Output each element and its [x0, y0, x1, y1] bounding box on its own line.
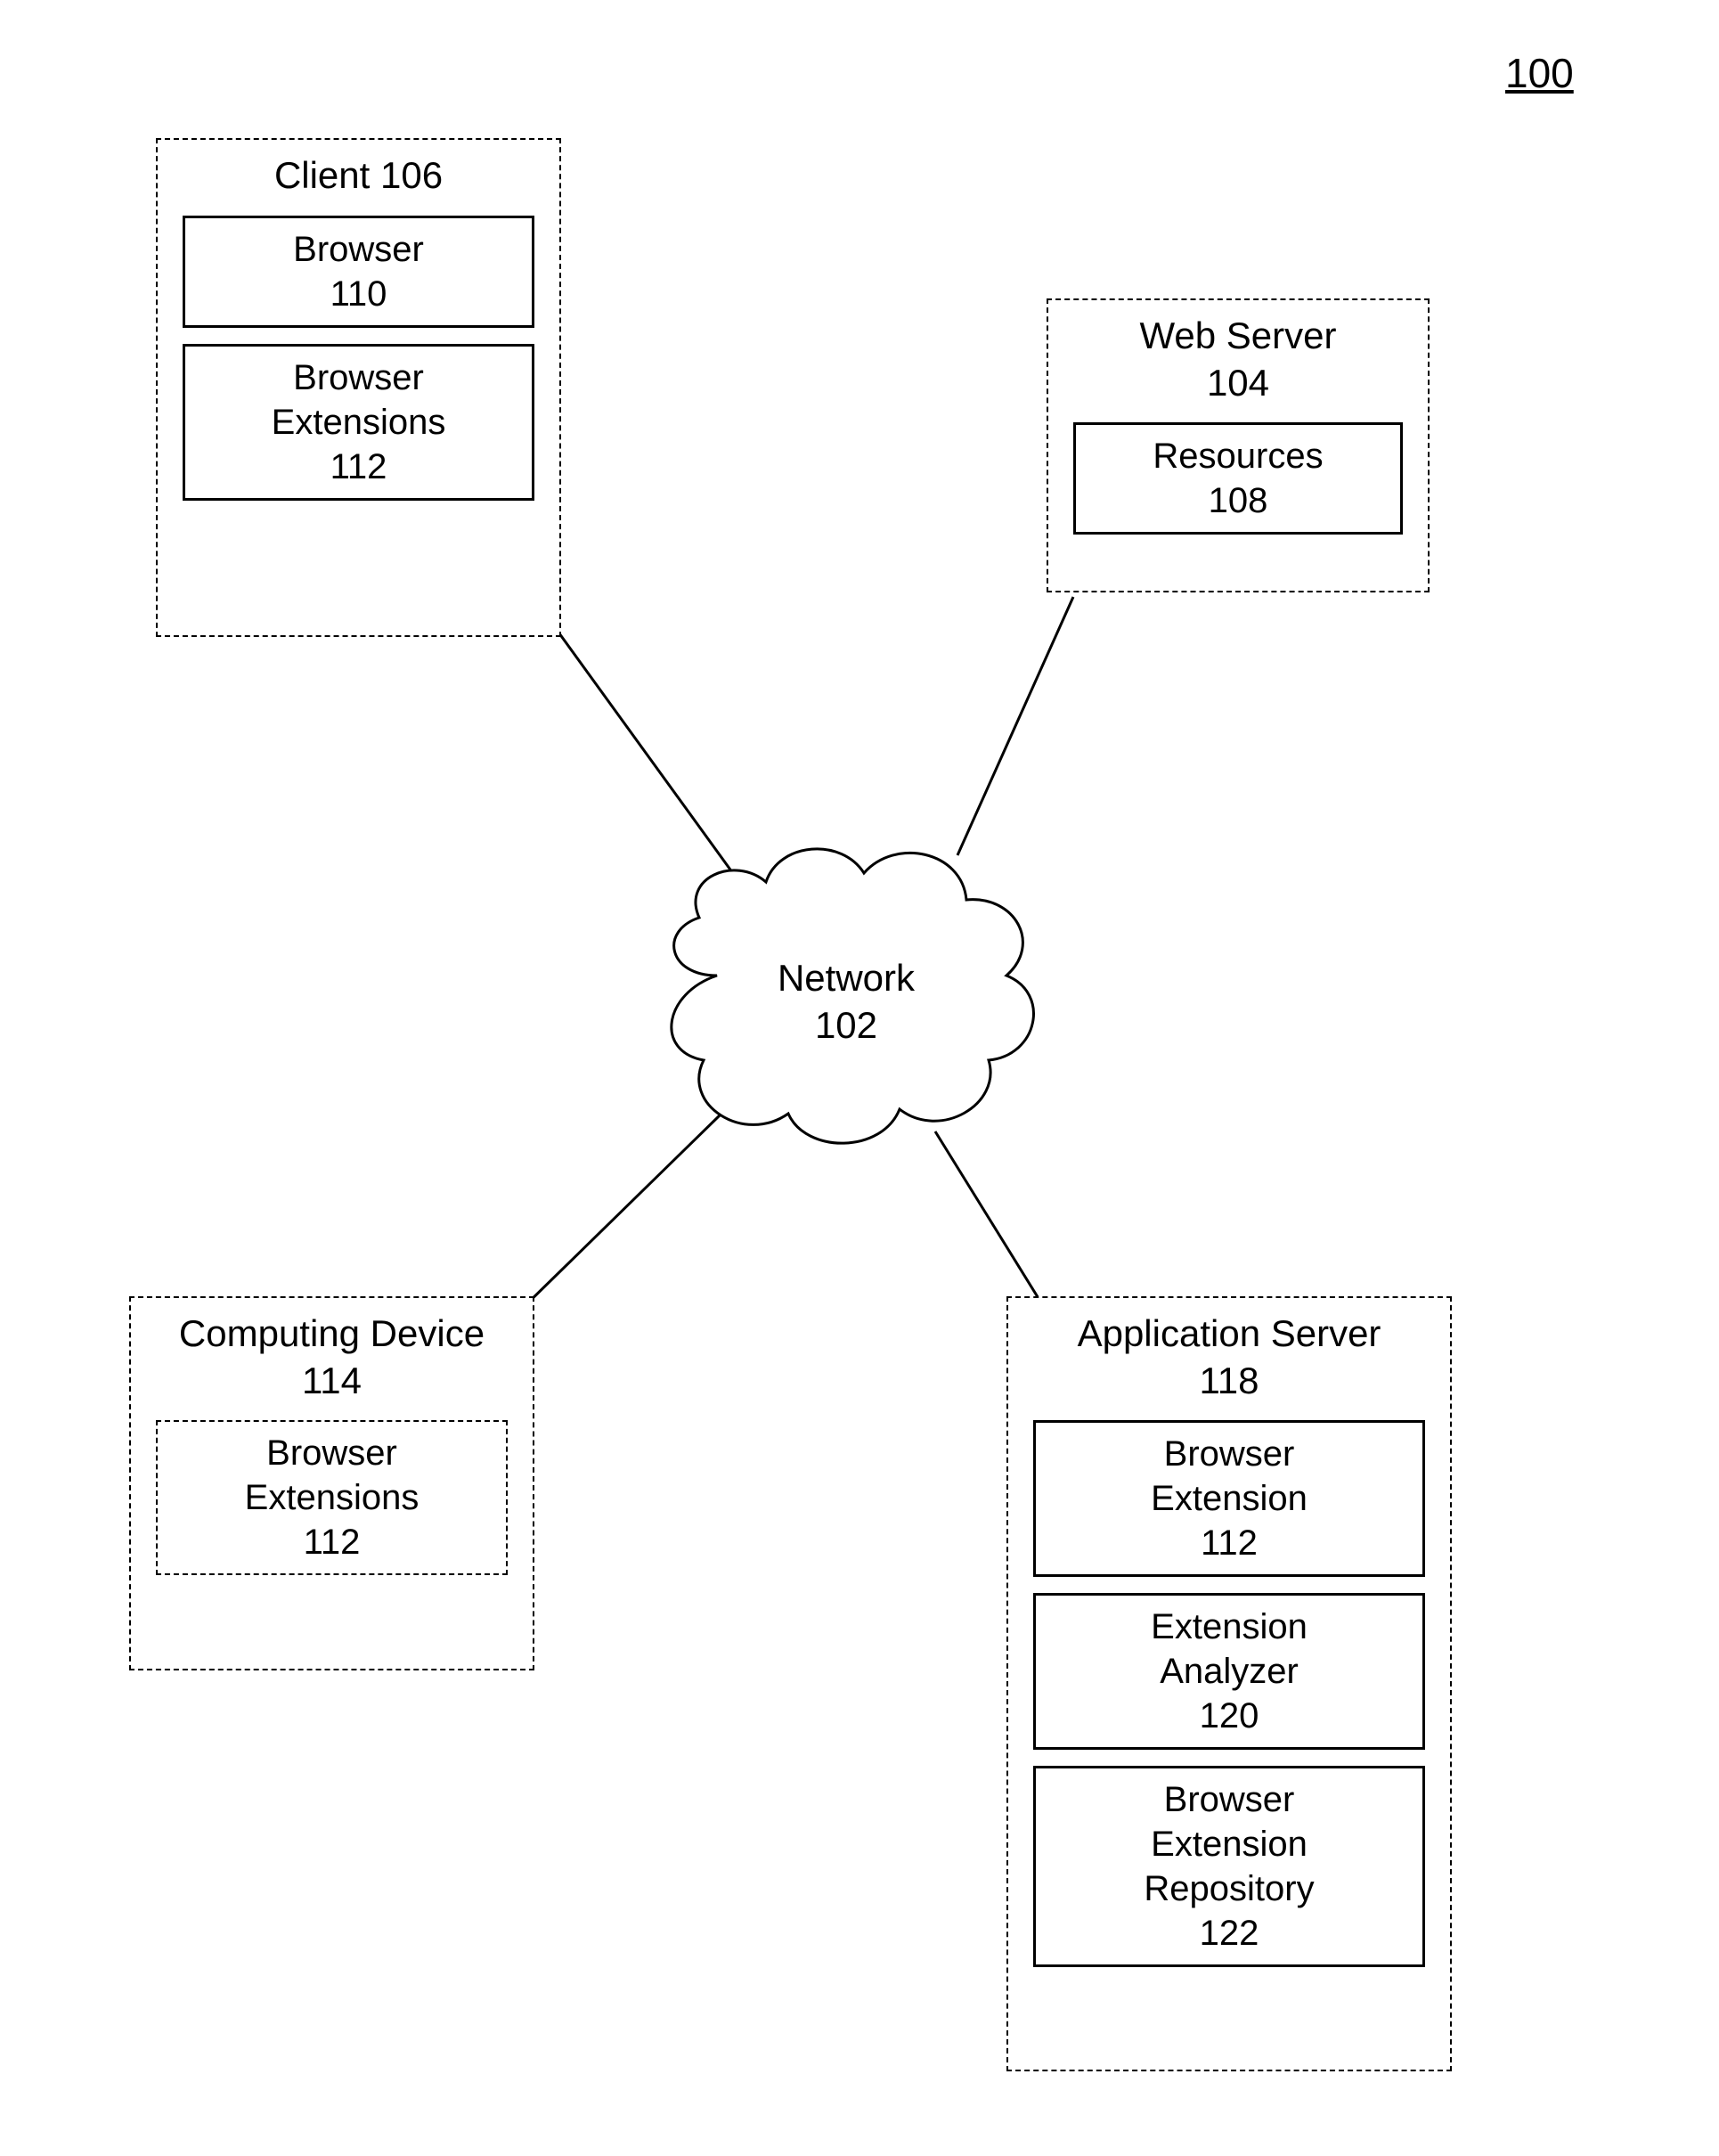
computing-device-extensions-box: Browser Extensions 112: [156, 1420, 508, 1575]
app-server-title-text: Application Server: [1008, 1311, 1450, 1358]
resources-title: Resources: [1083, 434, 1393, 478]
network-label: Network 102: [632, 955, 1060, 1049]
figure-reference-label: 100: [1505, 49, 1574, 97]
app-server-ref: 118: [1008, 1358, 1450, 1405]
network-ref: 102: [632, 1002, 1060, 1049]
web-server-title-text: Web Server: [1048, 313, 1428, 360]
app-server-repository-box: Browser Extension Repository 122: [1033, 1766, 1425, 1967]
computing-device-ref: 114: [131, 1358, 533, 1405]
app-server-extension-box: Browser Extension 112: [1033, 1420, 1425, 1577]
client-browser-ref: 110: [192, 272, 525, 316]
client-extensions-ref: 112: [192, 445, 525, 489]
diagram-canvas: 100 Network 102 Client 106 Browser 110 B…: [0, 0, 1719, 2156]
app-server-title: Application Server 118: [1008, 1311, 1450, 1404]
analyzer-ref: 120: [1043, 1694, 1415, 1738]
client-browser-title: Browser: [192, 227, 525, 272]
computing-device-box: Computing Device 114 Browser Extensions …: [129, 1296, 534, 1670]
client-extensions-title: Browser Extensions: [192, 355, 525, 445]
app-extension-title: Browser Extension: [1043, 1432, 1415, 1521]
app-extension-ref: 112: [1043, 1521, 1415, 1565]
computing-device-title: Computing Device 114: [131, 1311, 533, 1404]
computing-extensions-title: Browser Extensions: [165, 1431, 499, 1520]
computing-device-title-text: Computing Device: [131, 1311, 533, 1358]
repository-title: Browser Extension Repository: [1043, 1777, 1415, 1911]
web-server-title: Web Server 104: [1048, 313, 1428, 406]
resources-ref: 108: [1083, 478, 1393, 523]
web-server-box: Web Server 104 Resources 108: [1047, 298, 1430, 592]
client-title: Client 106: [158, 152, 559, 200]
computing-extensions-ref: 112: [165, 1520, 499, 1564]
network-title: Network: [632, 955, 1060, 1002]
client-box: Client 106 Browser 110 Browser Extension…: [156, 138, 561, 637]
web-server-ref: 104: [1048, 360, 1428, 407]
app-server-analyzer-box: Extension Analyzer 120: [1033, 1593, 1425, 1750]
application-server-box: Application Server 118 Browser Extension…: [1006, 1296, 1452, 2071]
client-browser-box: Browser 110: [183, 216, 534, 328]
client-extensions-box: Browser Extensions 112: [183, 344, 534, 501]
web-server-resources-box: Resources 108: [1073, 422, 1403, 535]
network-cloud: Network 102: [632, 820, 1060, 1176]
analyzer-title: Extension Analyzer: [1043, 1605, 1415, 1694]
repository-ref: 122: [1043, 1911, 1415, 1956]
